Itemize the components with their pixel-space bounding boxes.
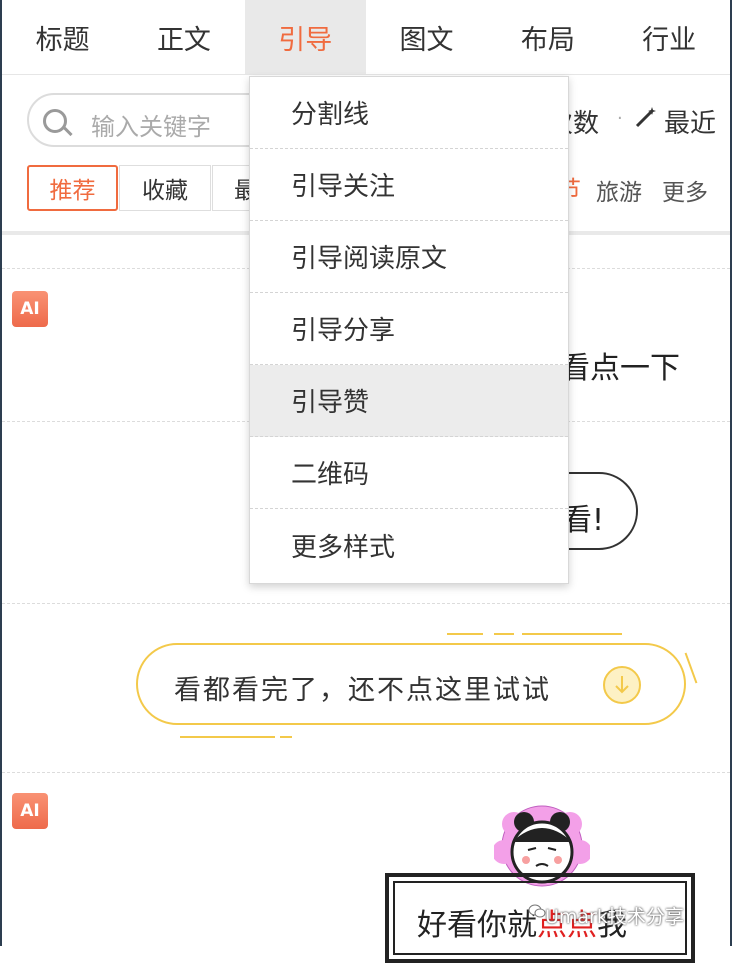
guide-dropdown-menu: 分割线 引导关注 引导阅读原文 引导分享 引导赞 二维码 更多样式 [249, 76, 569, 584]
wechat-icon [528, 904, 546, 918]
search-icon [43, 109, 67, 133]
magic-wand-icon [635, 107, 656, 128]
ai-badge: AI [12, 291, 48, 327]
tab-body[interactable]: 正文 [123, 0, 244, 74]
menu-item-more-styles[interactable]: 更多样式 [250, 509, 568, 581]
category-more[interactable]: 更多 [662, 173, 708, 207]
decor-dash [447, 633, 483, 635]
sort-separator: · [617, 108, 623, 129]
template-text: 看点一下 [560, 351, 680, 386]
decor-dash [280, 736, 292, 738]
tab-title[interactable]: 标题 [2, 0, 123, 74]
decor-dash [180, 736, 275, 738]
menu-item-divider[interactable]: 分割线 [250, 77, 568, 149]
decor-dash [494, 633, 514, 635]
menu-item-guide-read-original[interactable]: 引导阅读原文 [250, 221, 568, 293]
chip-favorites[interactable]: 收藏 [119, 165, 211, 211]
menu-item-guide-follow[interactable]: 引导关注 [250, 149, 568, 221]
tab-guide[interactable]: 引导 [244, 0, 366, 74]
template-text: 看都看完了，还不点这里试试 [174, 675, 551, 706]
menu-item-guide-share[interactable]: 引导分享 [250, 293, 568, 365]
tab-image-text[interactable]: 图文 [366, 0, 487, 74]
search-placeholder: 输入关键字 [91, 113, 211, 141]
category-travel[interactable]: 旅游 [596, 173, 642, 207]
arrow-down-circle-icon [603, 666, 641, 704]
chip-recommended[interactable]: 推荐 [27, 165, 118, 211]
watermark-text: Umark技术分享 [545, 906, 684, 928]
menu-item-guide-like[interactable]: 引导赞 [250, 365, 568, 437]
tab-layout[interactable]: 布局 [487, 0, 608, 74]
decor-dash [522, 633, 622, 635]
category-tab-bar: 标题 正文 引导 图文 布局 行业 [2, 0, 730, 75]
sort-by-recent[interactable]: 最近 [664, 103, 716, 140]
search-input[interactable]: 输入关键字 [27, 93, 277, 147]
menu-item-qr-code[interactable]: 二维码 [250, 437, 568, 509]
ai-badge: AI [12, 793, 48, 829]
tab-industry[interactable]: 行业 [608, 0, 729, 74]
